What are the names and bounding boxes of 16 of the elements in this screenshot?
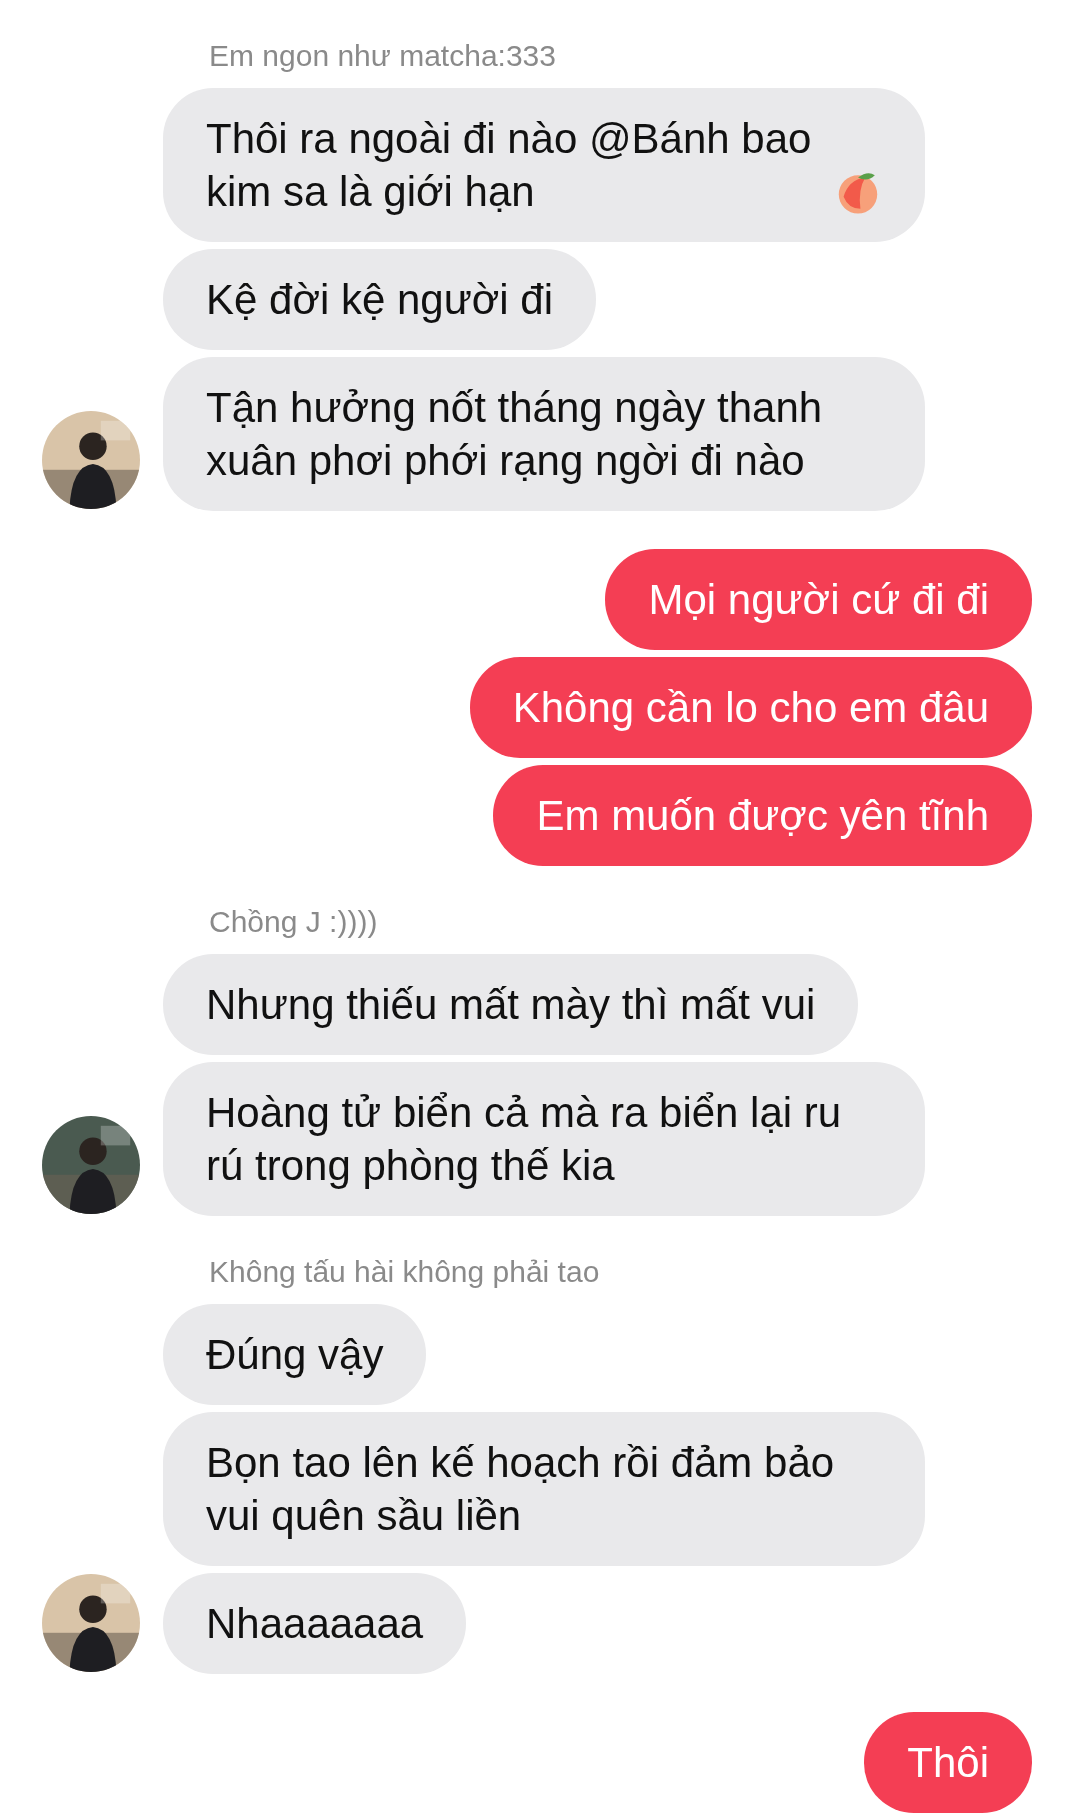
message-bubble[interactable]: Thôi bbox=[864, 1712, 1032, 1813]
message-bubble[interactable]: Nhaaaaaaa bbox=[163, 1573, 467, 1674]
sender-name: Em ngon như matcha:333 bbox=[209, 38, 557, 74]
message-bubble[interactable]: Em muốn được yên tĩnh bbox=[493, 765, 1032, 866]
message-bubble[interactable]: Không cần lo cho em đâu bbox=[469, 657, 1032, 758]
message-text: Thôi ra ngoài đi nào @Bánh bao kim sa là giới hạn bbox=[206, 114, 813, 217]
sender-name: Chồng J :)))) bbox=[209, 904, 379, 940]
message-bubble[interactable]: Tận hưởng nốt tháng ngày thanh xuân phơi phới rạng ngời đi nào bbox=[163, 357, 925, 511]
message-bubble[interactable]: Bọn tao lên kế hoạch rồi đảm bảo vui quên sầu liền bbox=[163, 1412, 925, 1566]
message-bubble[interactable]: Thôi ra ngoài đi nào @Bánh bao kim sa là giới hạn bbox=[163, 88, 925, 242]
message-bubble[interactable]: Đúng vậy bbox=[163, 1304, 427, 1405]
message-bubble[interactable]: Mọi người cứ đi đi bbox=[605, 549, 1032, 650]
message-bubble[interactable]: Kệ đời kệ người đi bbox=[163, 249, 597, 350]
message-bubble[interactable]: Nhưng thiếu mất mày thì mất vui bbox=[163, 954, 859, 1055]
sender-name: Không tấu hài không phải tao bbox=[209, 1254, 601, 1290]
message-bubble[interactable]: Hoàng tử biển cả mà ra biển lại ru rú trong phòng thế kia bbox=[163, 1062, 925, 1216]
